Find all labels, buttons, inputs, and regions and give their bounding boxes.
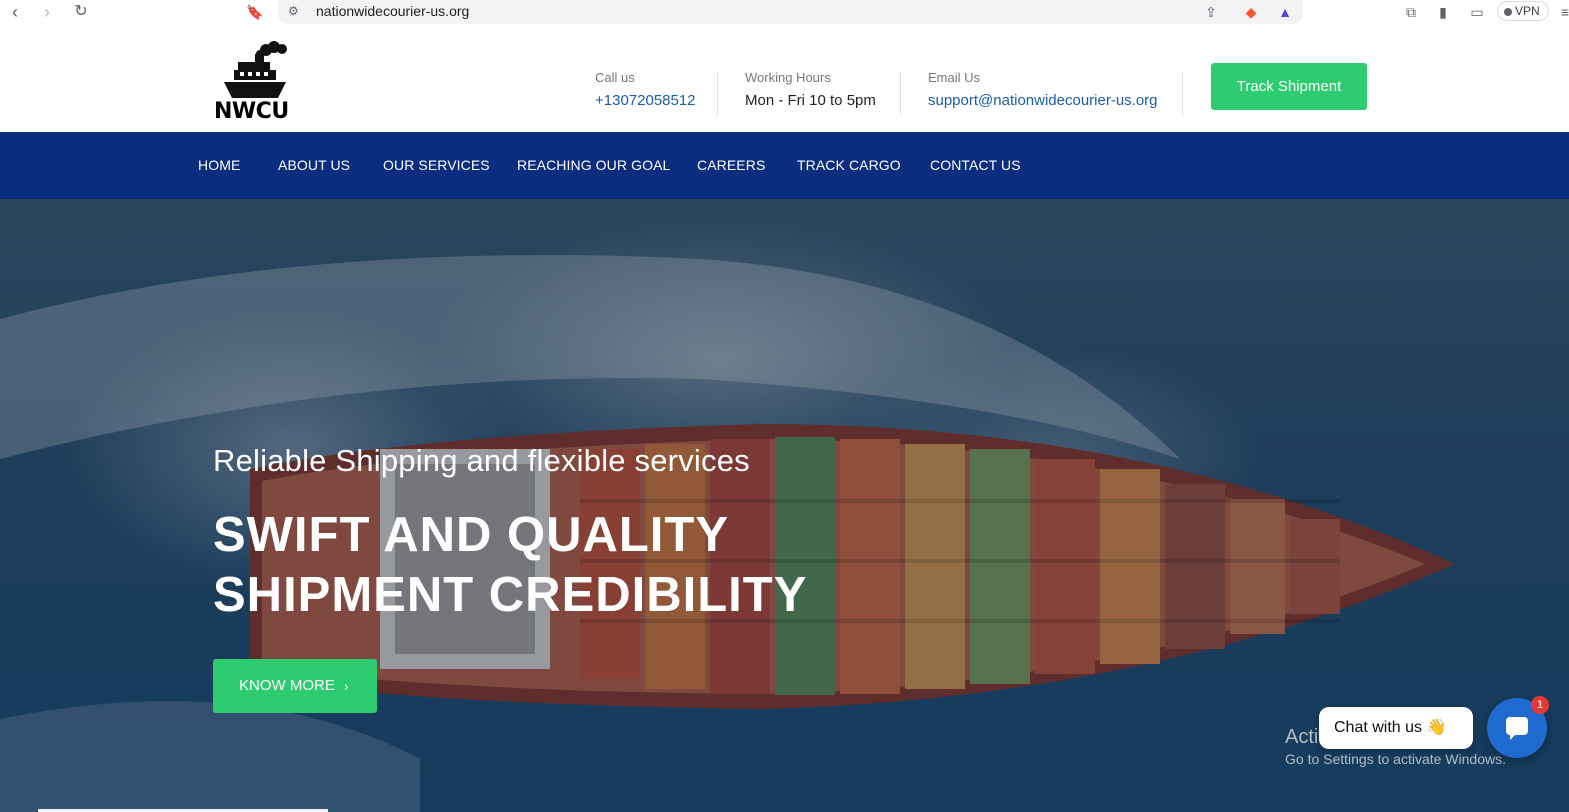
- nav-our-services[interactable]: OUR SERVICES: [383, 157, 490, 173]
- call-us-label: Call us: [595, 70, 635, 85]
- phone-link[interactable]: +13072058512: [595, 92, 696, 109]
- nav-home[interactable]: HOME: [198, 157, 240, 173]
- divider: [717, 72, 718, 116]
- email-link[interactable]: support@nationwidecourier-us.org: [928, 92, 1158, 109]
- brave-rewards-icon[interactable]: ▲: [1276, 3, 1294, 21]
- working-hours-label: Working Hours: [745, 70, 831, 85]
- divider: [1182, 72, 1183, 116]
- browser-toolbar: ‹ › ↻ 🔖 ⚙ nationwidecourier-us.org ⇪ ◆ ▲…: [0, 0, 1569, 32]
- chevron-right-icon: ›: [344, 678, 349, 694]
- email-label: Email Us: [928, 70, 981, 85]
- activate-windows-subtitle: Go to Settings to activate Windows.: [1285, 751, 1506, 767]
- forward-icon[interactable]: ›: [36, 2, 58, 24]
- vpn-status-icon: [1504, 8, 1512, 16]
- chat-message-icon: [1506, 717, 1528, 740]
- site-header: NWCU Call us +13072058512 Working Hours …: [0, 32, 1569, 132]
- brave-shield-icon[interactable]: ◆: [1242, 3, 1260, 21]
- extensions-icon[interactable]: ⧉: [1402, 3, 1420, 21]
- hero-tagline: Reliable Shipping and flexible services: [213, 443, 750, 478]
- menu-icon[interactable]: ≡: [1556, 3, 1569, 21]
- wallet-icon[interactable]: ▭: [1468, 3, 1486, 21]
- sidebar-icon[interactable]: ▮: [1434, 3, 1452, 21]
- divider: [900, 72, 901, 116]
- working-hours-block: Working Hours Mon - Fri 10 to 5pm: [745, 70, 876, 109]
- chat-prompt-bubble[interactable]: Chat with us 👋: [1319, 707, 1473, 749]
- call-us-block: Call us +13072058512: [595, 70, 696, 109]
- vpn-label: VPN: [1515, 4, 1540, 18]
- nav-about-us[interactable]: ABOUT US: [278, 157, 350, 173]
- main-nav: HOME ABOUT US OUR SERVICES REACHING OUR …: [0, 132, 1569, 199]
- address-bar[interactable]: ⚙ nationwidecourier-us.org ⇪ ◆ ▲: [278, 0, 1303, 24]
- nav-reaching-our-goal[interactable]: REACHING OUR GOAL: [517, 157, 670, 173]
- share-icon[interactable]: ⇪: [1202, 3, 1220, 21]
- bookmark-icon[interactable]: 🔖: [244, 2, 266, 24]
- site-settings-icon[interactable]: ⚙: [288, 4, 302, 18]
- nav-contact-us[interactable]: CONTACT US: [930, 157, 1021, 173]
- vpn-button[interactable]: VPN: [1497, 1, 1549, 21]
- logo-text[interactable]: NWCU: [214, 99, 289, 124]
- reload-icon[interactable]: ↻: [70, 2, 92, 24]
- know-more-label: KNOW MORE: [239, 677, 335, 694]
- hero-headline: SWIFT AND QUALITY SHIPMENT CREDIBILITY: [213, 508, 808, 622]
- back-icon[interactable]: ‹: [4, 2, 26, 24]
- url-text[interactable]: nationwidecourier-us.org: [316, 3, 469, 19]
- track-shipment-button[interactable]: Track Shipment: [1211, 63, 1367, 110]
- nav-careers[interactable]: CAREERS: [697, 157, 765, 173]
- know-more-button[interactable]: KNOW MORE ›: [213, 659, 377, 713]
- nav-track-cargo[interactable]: TRACK CARGO: [797, 157, 901, 173]
- email-block: Email Us support@nationwidecourier-us.or…: [928, 70, 1158, 109]
- working-hours-value: Mon - Fri 10 to 5pm: [745, 92, 876, 109]
- chat-notification-badge: 1: [1531, 696, 1549, 714]
